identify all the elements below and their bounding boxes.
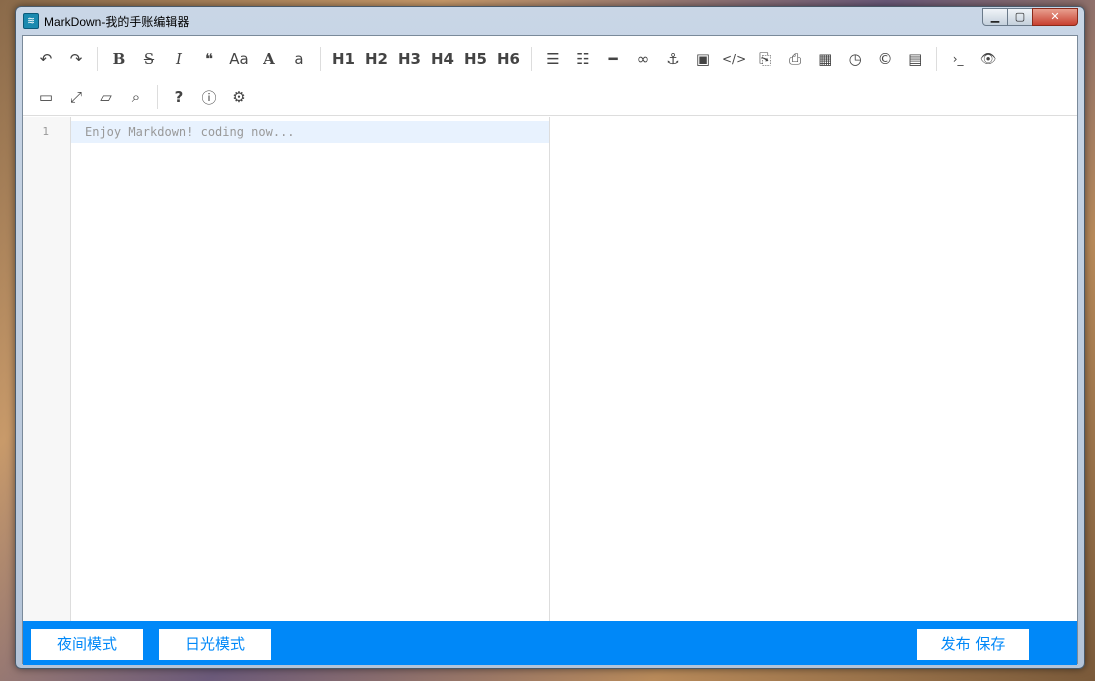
- editor-logo-icon: ≋: [23, 13, 39, 29]
- line-number: 1: [42, 125, 49, 138]
- link-icon[interactable]: ∞: [628, 44, 658, 74]
- markdown-input-pane[interactable]: Enjoy Markdown! coding now...: [71, 117, 550, 621]
- table-icon[interactable]: ▦: [810, 44, 840, 74]
- bottom-action-bar: 夜间模式 日光模式 发布 保存: [23, 621, 1077, 665]
- heading-4-button[interactable]: H4: [426, 44, 459, 74]
- heading-3-button[interactable]: H3: [393, 44, 426, 74]
- minimize-button[interactable]: ▁: [982, 8, 1008, 26]
- redo-icon[interactable]: ↷: [61, 44, 91, 74]
- toolbar-divider: [531, 47, 532, 71]
- code-icon[interactable]: </>: [718, 44, 750, 74]
- unordered-list-icon[interactable]: ☰: [538, 44, 568, 74]
- info-icon[interactable]: ⓘ: [194, 82, 224, 112]
- undo-icon[interactable]: ↶: [31, 44, 61, 74]
- anchor-icon[interactable]: ⚓: [658, 44, 688, 74]
- preview-icon[interactable]: ▭: [31, 82, 61, 112]
- title-bar[interactable]: ≋ MarkDown-我的手账编辑器 ▁ ▢ ✕: [16, 7, 1084, 35]
- heading-5-button[interactable]: H5: [459, 44, 492, 74]
- night-mode-button[interactable]: 夜间模式: [31, 629, 143, 660]
- help-icon[interactable]: ?: [164, 82, 194, 112]
- goto-line-icon[interactable]: ›_: [943, 44, 973, 74]
- italic-icon[interactable]: I: [164, 44, 194, 74]
- toolbar-divider: [157, 85, 158, 109]
- heading-6-button[interactable]: H6: [492, 44, 525, 74]
- editor-placeholder: Enjoy Markdown! coding now...: [85, 125, 295, 139]
- datetime-icon[interactable]: ◷: [840, 44, 870, 74]
- toolbar-divider: [320, 47, 321, 71]
- ordered-list-icon[interactable]: ☷: [568, 44, 598, 74]
- heading-1-button[interactable]: H1: [327, 44, 360, 74]
- image-icon[interactable]: ▣: [688, 44, 718, 74]
- html-entities-icon[interactable]: ▤: [900, 44, 930, 74]
- clear-icon[interactable]: ▱: [91, 82, 121, 112]
- heading-2-button[interactable]: H2: [360, 44, 393, 74]
- window-controls: ▁ ▢ ✕: [982, 8, 1078, 26]
- preformatted-text-icon[interactable]: ⎘: [750, 44, 780, 74]
- app-window: ≋ MarkDown-我的手账编辑器 ▁ ▢ ✕ ↶ ↷ B S I ❝ Aa …: [15, 6, 1085, 669]
- horizontal-rule-icon[interactable]: ━: [598, 44, 628, 74]
- quote-icon[interactable]: ❝: [194, 44, 224, 74]
- maximize-button[interactable]: ▢: [1007, 8, 1033, 26]
- close-button[interactable]: ✕: [1032, 8, 1078, 26]
- window-title: MarkDown-我的手账编辑器: [44, 15, 190, 29]
- fullscreen-icon[interactable]: ⤢: [61, 82, 91, 112]
- uppercase-icon[interactable]: Aa: [224, 44, 254, 74]
- ucfirst-icon[interactable]: A: [254, 44, 284, 74]
- emoji-icon[interactable]: ©: [870, 44, 900, 74]
- bold-icon[interactable]: B: [104, 44, 134, 74]
- toolbar-row-2: ▭ ⤢ ▱ ⌕ ? ⓘ ⚙: [31, 78, 1069, 116]
- search-icon[interactable]: ⌕: [121, 82, 151, 112]
- lowercase-icon[interactable]: a: [284, 44, 314, 74]
- client-area: ↶ ↷ B S I ❝ Aa A a H1 H2 H3 H4 H5 H6 ☰ ☷: [22, 35, 1078, 665]
- toolbar-row-1: ↶ ↷ B S I ❝ Aa A a H1 H2 H3 H4 H5 H6 ☰ ☷: [31, 40, 1069, 78]
- toolbar-divider: [97, 47, 98, 71]
- line-number-gutter: 1: [23, 117, 71, 621]
- strikethrough-icon[interactable]: S: [134, 44, 164, 74]
- editor-area: 1 Enjoy Markdown! coding now...: [23, 117, 1077, 621]
- settings-icon[interactable]: ⚙: [224, 82, 254, 112]
- markdown-toolbar: ↶ ↷ B S I ❝ Aa A a H1 H2 H3 H4 H5 H6 ☰ ☷: [23, 36, 1077, 116]
- publish-save-button[interactable]: 发布 保存: [917, 629, 1029, 660]
- preview-pane: [551, 117, 1079, 621]
- day-mode-button[interactable]: 日光模式: [159, 629, 271, 660]
- code-block-icon[interactable]: ⎙: [780, 44, 810, 74]
- toolbar-divider: [936, 47, 938, 71]
- watch-toggle-icon[interactable]: 👁: [973, 44, 1003, 74]
